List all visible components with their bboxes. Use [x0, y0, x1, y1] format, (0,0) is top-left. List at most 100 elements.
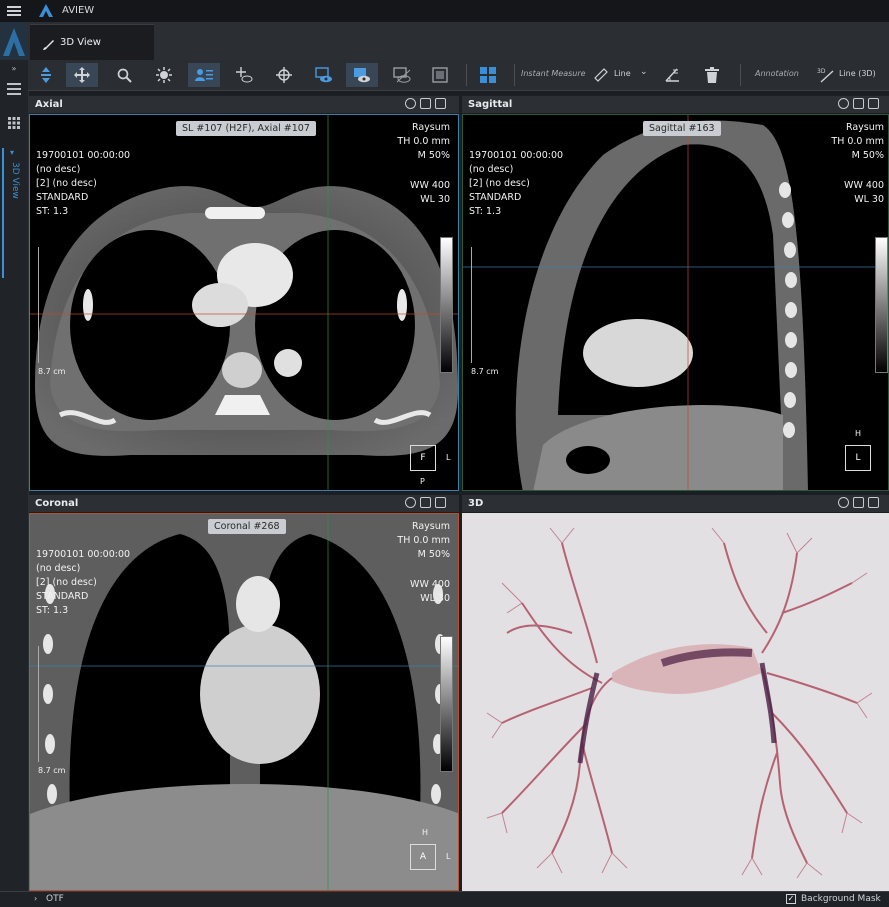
sagittal-header: Sagittal [462, 96, 889, 113]
axial-viewport[interactable]: SL #107 (H2F), Axial #107 19700101 00:00… [29, 114, 459, 491]
sagittal-scale-ruler [471, 247, 480, 363]
camera-icon[interactable] [838, 98, 849, 109]
orientation-bottom: P [420, 477, 425, 486]
grid-view-icon[interactable] [4, 114, 24, 132]
slice-thickness: ST: 1.3 [36, 206, 69, 217]
title-bar: AVIEW [0, 0, 889, 23]
coronal-orientation-cube: A [410, 844, 436, 870]
coronal-window-info: WW 400 WL 30 [410, 578, 450, 606]
svg-text:3D: 3D [817, 68, 826, 75]
layout-frame-icon[interactable] [424, 63, 456, 87]
thickness: TH 0.0 mm [397, 535, 450, 546]
study-desc: (no desc) [36, 164, 81, 175]
hide-display-icon[interactable] [386, 63, 418, 87]
orientation-top: H [855, 429, 862, 438]
scroll-tool-button[interactable] [30, 63, 62, 87]
hamburger-menu-icon[interactable] [6, 3, 22, 19]
brush-icon [42, 36, 54, 55]
maximize-icon[interactable] [435, 497, 446, 508]
sagittal-render-info: Raysum TH 0.0 mm M 50% [831, 121, 884, 163]
otf-label[interactable]: OTF [46, 894, 64, 904]
slice-thickness: ST: 1.3 [36, 605, 69, 616]
study-datetime: 19700101 00:00:00 [36, 150, 131, 161]
line-tool-label: Line [614, 69, 631, 78]
coronal-render-info: Raysum TH 0.0 mm M 50% [397, 520, 450, 562]
mix: M 50% [417, 150, 450, 161]
axial-header-icons [405, 98, 446, 109]
window-width: WW 400 [844, 180, 884, 191]
toolbar-divider [514, 64, 515, 86]
crosshair-view-icon[interactable] [228, 63, 260, 87]
rail-3d-view-item[interactable]: ▾ 3D View [2, 148, 28, 278]
line-tool-dropdown[interactable]: Line ⌄ [588, 63, 654, 87]
copy-icon[interactable] [853, 497, 864, 508]
eye-display-icon[interactable] [346, 63, 378, 87]
line-3d-tool-button[interactable]: 3D Line (3D) [813, 63, 889, 87]
tab-3d-view[interactable]: 3D View [30, 24, 154, 61]
render-mode: Raysum [411, 521, 450, 532]
study-datetime: 19700101 00:00:00 [469, 150, 564, 161]
render-mode: Raysum [845, 122, 884, 133]
chevron-down-icon: ⌄ [640, 67, 648, 77]
rail-expand-icon[interactable]: » [0, 62, 28, 74]
chevron-down-icon: ▾ [10, 148, 15, 157]
tab-label: 3D View [60, 37, 101, 48]
threed-header: 3D [462, 495, 889, 512]
window-level: WL 30 [420, 593, 450, 604]
series-desc: [2] (no desc) [36, 178, 97, 189]
axial-info-block: 19700101 00:00:00 (no desc) [2] (no desc… [36, 149, 130, 219]
zoom-icon[interactable] [108, 63, 140, 87]
tab-row [28, 22, 889, 60]
sagittal-header-icons [838, 98, 879, 109]
patient-info-toggle-icon[interactable] [188, 63, 220, 87]
copy-icon[interactable] [420, 497, 431, 508]
kernel: STANDARD [36, 591, 89, 602]
threed-viewport[interactable] [462, 513, 889, 891]
toolbar-divider [740, 64, 741, 86]
camera-icon[interactable] [405, 497, 416, 508]
background-mask-label: Background Mask [801, 894, 881, 904]
maximize-icon[interactable] [435, 98, 446, 109]
crosshair-icon[interactable] [268, 63, 300, 87]
orientation-top: H [422, 828, 429, 837]
eye-view-icon[interactable] [308, 63, 340, 87]
camera-icon[interactable] [838, 497, 849, 508]
trash-icon[interactable] [696, 63, 728, 87]
toolbar-divider [466, 64, 467, 86]
coronal-header: Coronal [29, 495, 459, 512]
app-logo-icon [38, 3, 54, 22]
axial-scale-ruler [38, 247, 47, 363]
airway-tree-render [486, 527, 873, 879]
angle-measure-icon[interactable] [656, 63, 688, 87]
layout-grid-icon[interactable] [472, 63, 504, 87]
copy-icon[interactable] [853, 98, 864, 109]
camera-icon[interactable] [405, 98, 416, 109]
bottom-bar: › OTF ✓ Background Mask [0, 891, 889, 907]
annotation-label: Annotation [755, 69, 799, 78]
coronal-grayscale-bar [440, 636, 453, 772]
chevron-right-icon[interactable]: › [34, 894, 37, 903]
coronal-viewport[interactable]: Coronal #268 19700101 00:00:00 (no desc)… [29, 513, 459, 891]
list-view-icon[interactable] [4, 80, 24, 98]
axial-title: Axial [35, 99, 63, 110]
sagittal-viewport[interactable]: Sagittal #163 19700101 00:00:00 (no desc… [462, 114, 889, 491]
copy-icon[interactable] [420, 98, 431, 109]
kernel: STANDARD [36, 192, 89, 203]
coronal-header-icons [405, 497, 446, 508]
window-level: WL 30 [854, 194, 884, 205]
axial-scale-label: 8.7 cm [38, 367, 66, 376]
app-title: AVIEW [62, 5, 95, 16]
maximize-icon[interactable] [868, 98, 879, 109]
series-desc: [2] (no desc) [36, 577, 97, 588]
slice-thickness: ST: 1.3 [469, 206, 502, 217]
axial-header: Axial [29, 96, 459, 113]
axial-slice-chip: SL #107 (H2F), Axial #107 [176, 121, 316, 136]
sagittal-slice-chip: Sagittal #163 [643, 121, 721, 136]
sagittal-grayscale-bar [875, 237, 888, 373]
maximize-icon[interactable] [868, 497, 879, 508]
pan-tool-button[interactable] [66, 63, 98, 87]
background-mask-checkbox[interactable]: ✓ [786, 894, 796, 904]
coronal-scale-ruler [38, 646, 47, 762]
window-level-icon[interactable] [148, 63, 180, 87]
instant-measure-label: Instant Measure [521, 69, 586, 78]
